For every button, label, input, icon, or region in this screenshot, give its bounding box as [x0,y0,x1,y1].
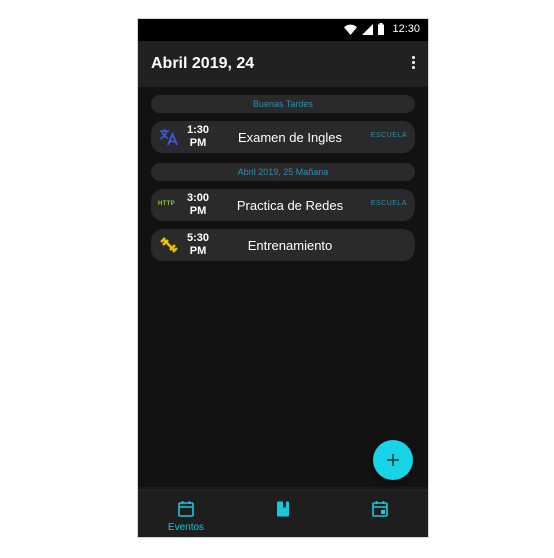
calendar-icon [178,501,194,517]
battery-icon [378,23,385,35]
book-icon [277,501,289,517]
status-time: 12:30 [392,23,420,35]
phone-screen: 12:30 Abril 2019, 24 Buenas Tardes 1:30 … [137,18,429,538]
event-name: Practica de Redes [236,198,344,213]
event-icon [372,501,388,517]
event-time: 1:30 PM [185,124,211,150]
app-bar: Abril 2019, 24 [138,41,428,87]
wifi-icon [344,24,358,35]
section-header: Buenas Tardes [151,95,415,113]
nav-item-calendar[interactable] [332,491,428,537]
event-time-period: PM [189,137,207,149]
nav-item-eventos[interactable]: Eventos [138,491,234,537]
bottom-navigation: Eventos [138,490,428,537]
translate-icon [160,129,178,146]
event-time-period: PM [189,245,207,257]
event-item-practica-de-redes[interactable]: HTTP 3:00 PM Practica de Redes ESCUELA [151,189,415,221]
event-time: 5:30 PM [185,232,211,258]
app-title: Abril 2019, 24 [151,55,255,72]
nav-item-label: Eventos [167,522,205,533]
event-name: Examen de Ingles [237,130,343,145]
event-item-examen-de-ingles[interactable]: 1:30 PM Examen de Ingles ESCUELA [151,121,415,153]
nav-item-book[interactable] [235,491,331,537]
event-time-hour: 1:30 [186,124,210,136]
event-tag: ESCUELA [370,132,407,139]
event-time-hour: 3:00 [186,192,210,204]
event-time-hour: 5:30 [186,232,210,244]
event-time-period: PM [189,205,207,217]
signal-icon [362,23,374,35]
event-list: Buenas Tardes 1:30 PM Examen de Ingles E… [138,87,428,487]
event-name: Entrenamiento [247,238,333,253]
more-vert-icon[interactable] [410,56,416,72]
http-icon: HTTP [158,201,175,207]
add-event-button[interactable] [373,440,413,480]
plus-icon [387,454,399,466]
status-bar: 12:30 [138,19,428,41]
section-header: Abril 2019, 25 Mañana [151,163,415,181]
event-time: 3:00 PM [185,192,211,218]
fitness-icon [160,237,178,253]
event-tag: ESCUELA [370,200,407,207]
event-item-entrenamiento[interactable]: 5:30 PM Entrenamiento [151,229,415,261]
